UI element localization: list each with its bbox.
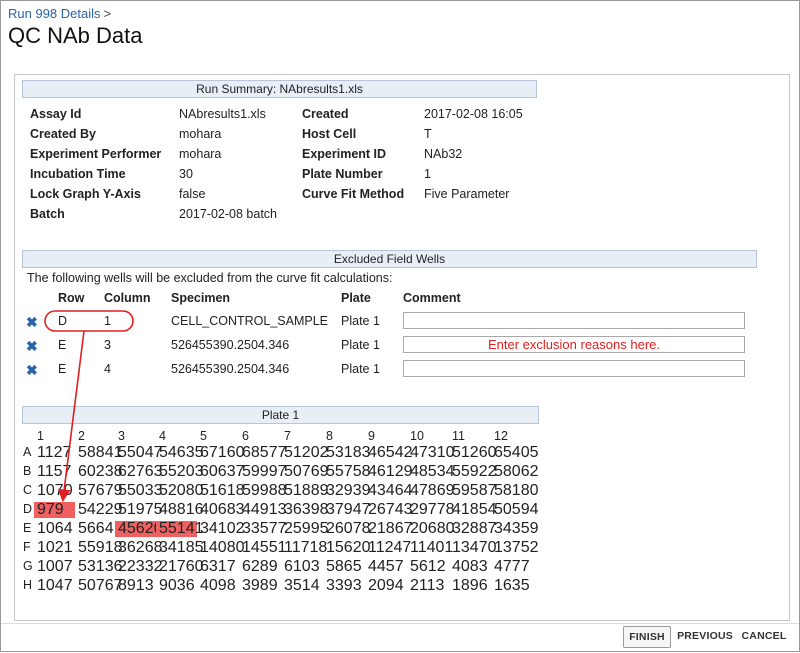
previous-button[interactable]: PREVIOUS bbox=[677, 626, 733, 646]
cancel-button[interactable]: CANCEL bbox=[740, 626, 788, 646]
annotation-overlay bbox=[44, 310, 134, 503]
annotation-arrow bbox=[57, 330, 85, 503]
highlight-ellipse bbox=[44, 310, 134, 332]
finish-button[interactable]: FINISH bbox=[623, 626, 671, 648]
